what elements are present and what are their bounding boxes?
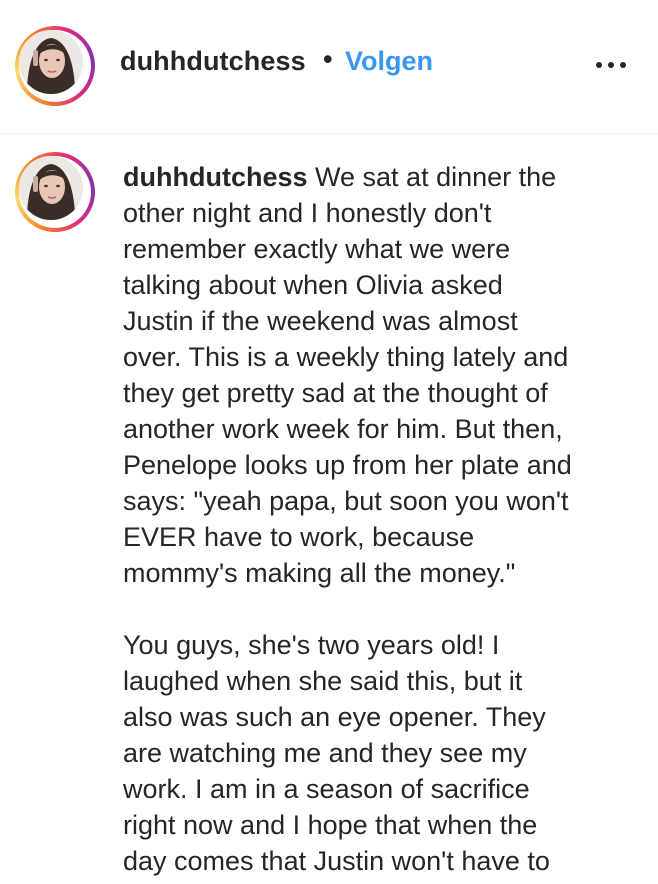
caption-line: another work week for him. But then, (123, 414, 563, 444)
caption-paragraph-break (123, 591, 658, 627)
post-caption: duhhdutchess We sat at dinner the other … (123, 159, 658, 879)
caption-line: EVER have to work, because (123, 522, 475, 552)
follow-button[interactable]: Volgen (345, 46, 433, 77)
caption-line: laughed when she said this, but it (123, 666, 523, 696)
post-header: duhhdutchess • Volgen (0, 0, 658, 134)
caption-line: Penelope looks up from her plate and (123, 450, 572, 480)
caption-line: work. I am in a season of sacrifice (123, 774, 530, 804)
caption-line: other night and I honestly don't (123, 198, 492, 228)
more-options-icon[interactable] (594, 62, 628, 70)
caption-profile-photo (19, 156, 83, 220)
caption-line: Justin if the weekend was almost (123, 306, 518, 336)
header-separator: • (323, 44, 333, 74)
caption-username[interactable]: duhhdutchess (123, 162, 308, 192)
caption-line: talking about when Olivia asked (123, 270, 503, 300)
caption-line: says: "yeah papa, but soon you won't (123, 486, 569, 516)
caption-line: they get pretty sad at the thought of (123, 378, 548, 408)
caption-line: You guys, she's two years old! I (123, 630, 500, 660)
profile-photo (19, 30, 83, 94)
caption-line: over. This is a weekly thing lately and (123, 342, 569, 372)
caption-line: day comes that Justin won't have to (123, 846, 550, 876)
profile-avatar[interactable] (15, 26, 95, 106)
caption-line: also was such an eye opener. They (123, 702, 546, 732)
caption-line: remember exactly what we were (123, 234, 511, 264)
header-username[interactable]: duhhdutchess (120, 46, 306, 77)
caption-first-line: duhhdutchess We sat at dinner the (123, 159, 658, 195)
caption-text-start: We sat at dinner the (307, 162, 557, 192)
caption-avatar[interactable] (15, 152, 95, 232)
caption-line: are watching me and they see my (123, 738, 527, 768)
caption-line: right now and I hope that when the (123, 810, 538, 840)
caption-line: mommy's making all the money." (123, 558, 516, 588)
